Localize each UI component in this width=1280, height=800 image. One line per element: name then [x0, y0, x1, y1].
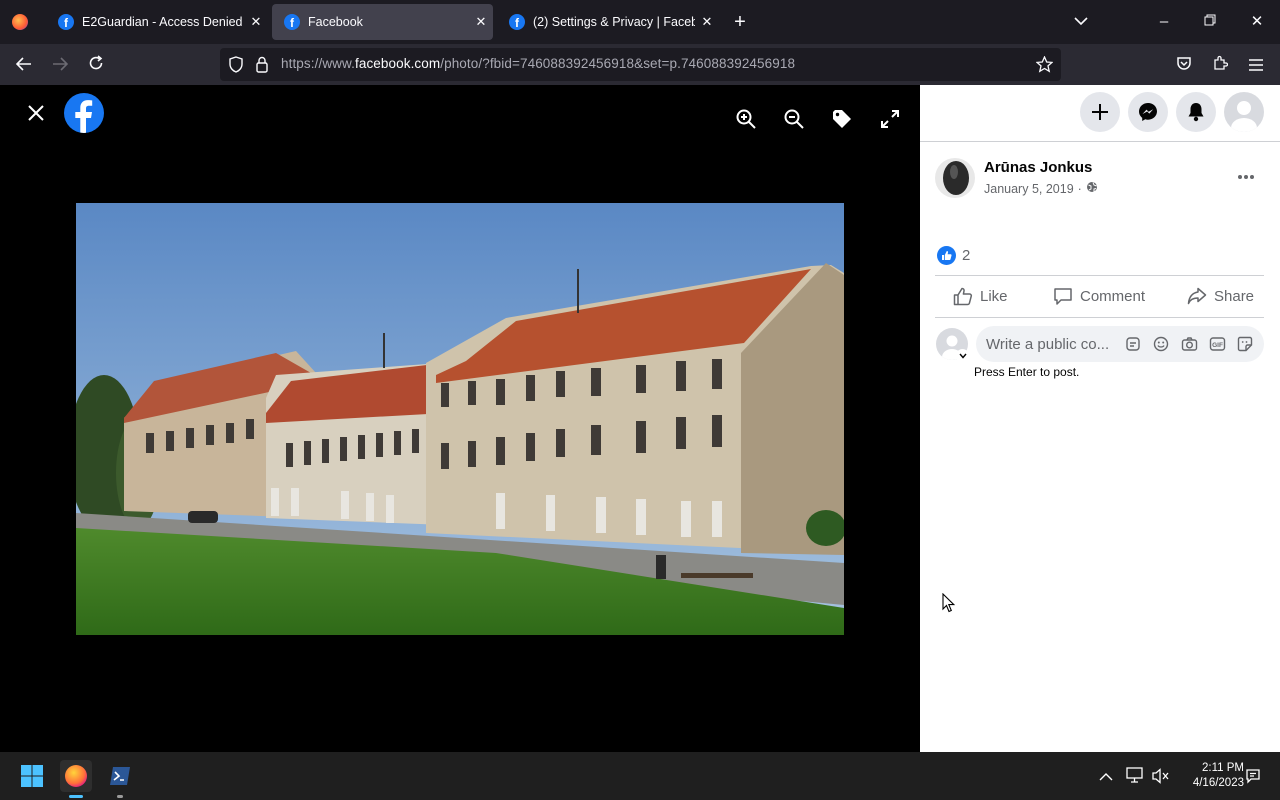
volume-muted-icon[interactable] [1152, 768, 1170, 789]
active-app-indicator [69, 795, 83, 798]
post-photo[interactable] [76, 203, 844, 635]
tab-facebook[interactable]: f Facebook ✕ [272, 4, 493, 40]
app-menu-icon[interactable] [1243, 52, 1269, 78]
firefox-menu-icon[interactable] [12, 14, 28, 30]
camera-icon[interactable] [1181, 336, 1198, 357]
url-domain: facebook.com [354, 56, 441, 71]
comment-placeholder: Write a public co... [986, 336, 1110, 353]
close-tab-icon[interactable]: ✕ [695, 14, 719, 30]
tab-title: (2) Settings & Privacy | Facebook [533, 15, 695, 29]
photo-viewer [0, 85, 920, 752]
comment-input[interactable]: Write a public co... GIF [976, 326, 1264, 362]
post-date[interactable]: January 5, 2019 [984, 182, 1074, 196]
svg-text:GIF: GIF [1212, 342, 1223, 349]
share-label: Share [1214, 287, 1255, 305]
panel-divider [920, 141, 1280, 142]
facebook-favicon-icon: f [509, 14, 525, 30]
close-tab-icon[interactable]: ✕ [469, 14, 493, 30]
comment-label: Comment [1080, 288, 1146, 305]
create-button[interactable] [1080, 92, 1120, 132]
comment-button[interactable]: Comment [1053, 287, 1145, 306]
author-name[interactable]: Arūnas Jonkus [984, 159, 1092, 176]
facebook-favicon-icon: f [58, 14, 74, 30]
close-window-icon[interactable]: ✕ [1245, 10, 1269, 34]
back-icon[interactable] [11, 52, 37, 78]
url-path: /photo/?fbid=746088392456918&set=p.74608… [440, 56, 796, 71]
close-viewer-icon[interactable] [20, 97, 52, 129]
like-button[interactable]: Like [953, 287, 1008, 306]
tracking-protection-shield-icon[interactable] [228, 56, 244, 78]
clock-time: 2:11 PM [1202, 762, 1244, 774]
author-avatar[interactable] [935, 158, 975, 198]
mouse-cursor-icon [942, 592, 956, 618]
zoom-out-icon[interactable] [778, 103, 810, 135]
press-enter-hint: Press Enter to post. [974, 365, 1080, 379]
tab-title: Facebook [308, 15, 363, 29]
windows-start-icon[interactable] [16, 760, 48, 792]
firefox-taskbar-icon[interactable] [60, 760, 92, 792]
notifications-bell-button[interactable] [1176, 92, 1216, 132]
zoom-in-icon[interactable] [730, 103, 762, 135]
pocket-icon[interactable] [1171, 52, 1197, 78]
meta-separator: · [1077, 181, 1082, 196]
facebook-logo-icon[interactable] [64, 93, 104, 133]
chevron-down-icon[interactable] [956, 349, 969, 362]
restore-icon[interactable] [1198, 10, 1222, 34]
minimize-icon[interactable]: – [1152, 10, 1176, 34]
like-reaction-icon[interactable] [937, 246, 956, 265]
emoji-icon[interactable] [1153, 336, 1169, 357]
notifications-icon[interactable] [1245, 768, 1261, 789]
account-avatar[interactable] [1224, 92, 1264, 132]
avatar-sticker-icon[interactable] [1125, 336, 1141, 357]
browser-tab-bar: f E2Guardian - Access Denied ✕ f Faceboo… [0, 0, 1280, 44]
show-hidden-icons-chevron-icon[interactable] [1099, 769, 1113, 787]
forward-icon[interactable] [47, 52, 73, 78]
sticker-icon[interactable] [1237, 336, 1253, 357]
browser-nav-bar: https://www.facebook.com/photo/?fbid=746… [0, 44, 1280, 85]
clock[interactable]: 2:11 PM 4/16/2023 [1176, 761, 1244, 791]
reactions-divider [935, 275, 1264, 276]
lock-icon[interactable] [255, 56, 269, 78]
list-tabs-chevron-icon[interactable] [1069, 10, 1093, 34]
new-tab-icon[interactable]: + [728, 10, 752, 34]
more-options-icon[interactable] [1236, 167, 1256, 187]
extensions-icon[interactable] [1207, 52, 1233, 78]
fullscreen-icon[interactable] [874, 103, 906, 135]
running-app-indicator [117, 795, 123, 798]
network-icon[interactable] [1126, 767, 1144, 788]
like-label: Like [980, 288, 1008, 305]
actions-divider [935, 317, 1264, 318]
close-tab-icon[interactable]: ✕ [244, 14, 268, 30]
powershell-taskbar-icon[interactable] [104, 760, 136, 792]
address-bar[interactable]: https://www.facebook.com/photo/?fbid=746… [220, 48, 1061, 81]
reactions-count[interactable]: 2 [962, 247, 970, 264]
gif-icon[interactable]: GIF [1209, 336, 1226, 357]
globe-icon[interactable] [1086, 181, 1098, 196]
url-prefix: https://www. [281, 56, 355, 71]
clock-date: 4/16/2023 [1192, 777, 1244, 789]
tab-title: E2Guardian - Access Denied [82, 15, 243, 29]
tab-settings-privacy[interactable]: f (2) Settings & Privacy | Facebook ✕ [497, 4, 719, 40]
windows-taskbar: 2:11 PM 4/16/2023 [0, 752, 1280, 800]
url-text[interactable]: https://www.facebook.com/photo/?fbid=746… [281, 56, 795, 71]
post-meta: January 5, 2019 · [984, 181, 1098, 196]
post-details-panel: Arūnas Jonkus January 5, 2019 · 2 Like C… [920, 85, 1280, 752]
reload-icon[interactable] [83, 52, 109, 78]
tag-icon[interactable] [826, 103, 858, 135]
share-button[interactable]: Share [1187, 287, 1254, 305]
tab-e2guardian[interactable]: f E2Guardian - Access Denied ✕ [46, 4, 268, 40]
facebook-favicon-icon: f [284, 14, 300, 30]
messenger-button[interactable] [1128, 92, 1168, 132]
bookmark-star-icon[interactable] [1035, 55, 1054, 78]
